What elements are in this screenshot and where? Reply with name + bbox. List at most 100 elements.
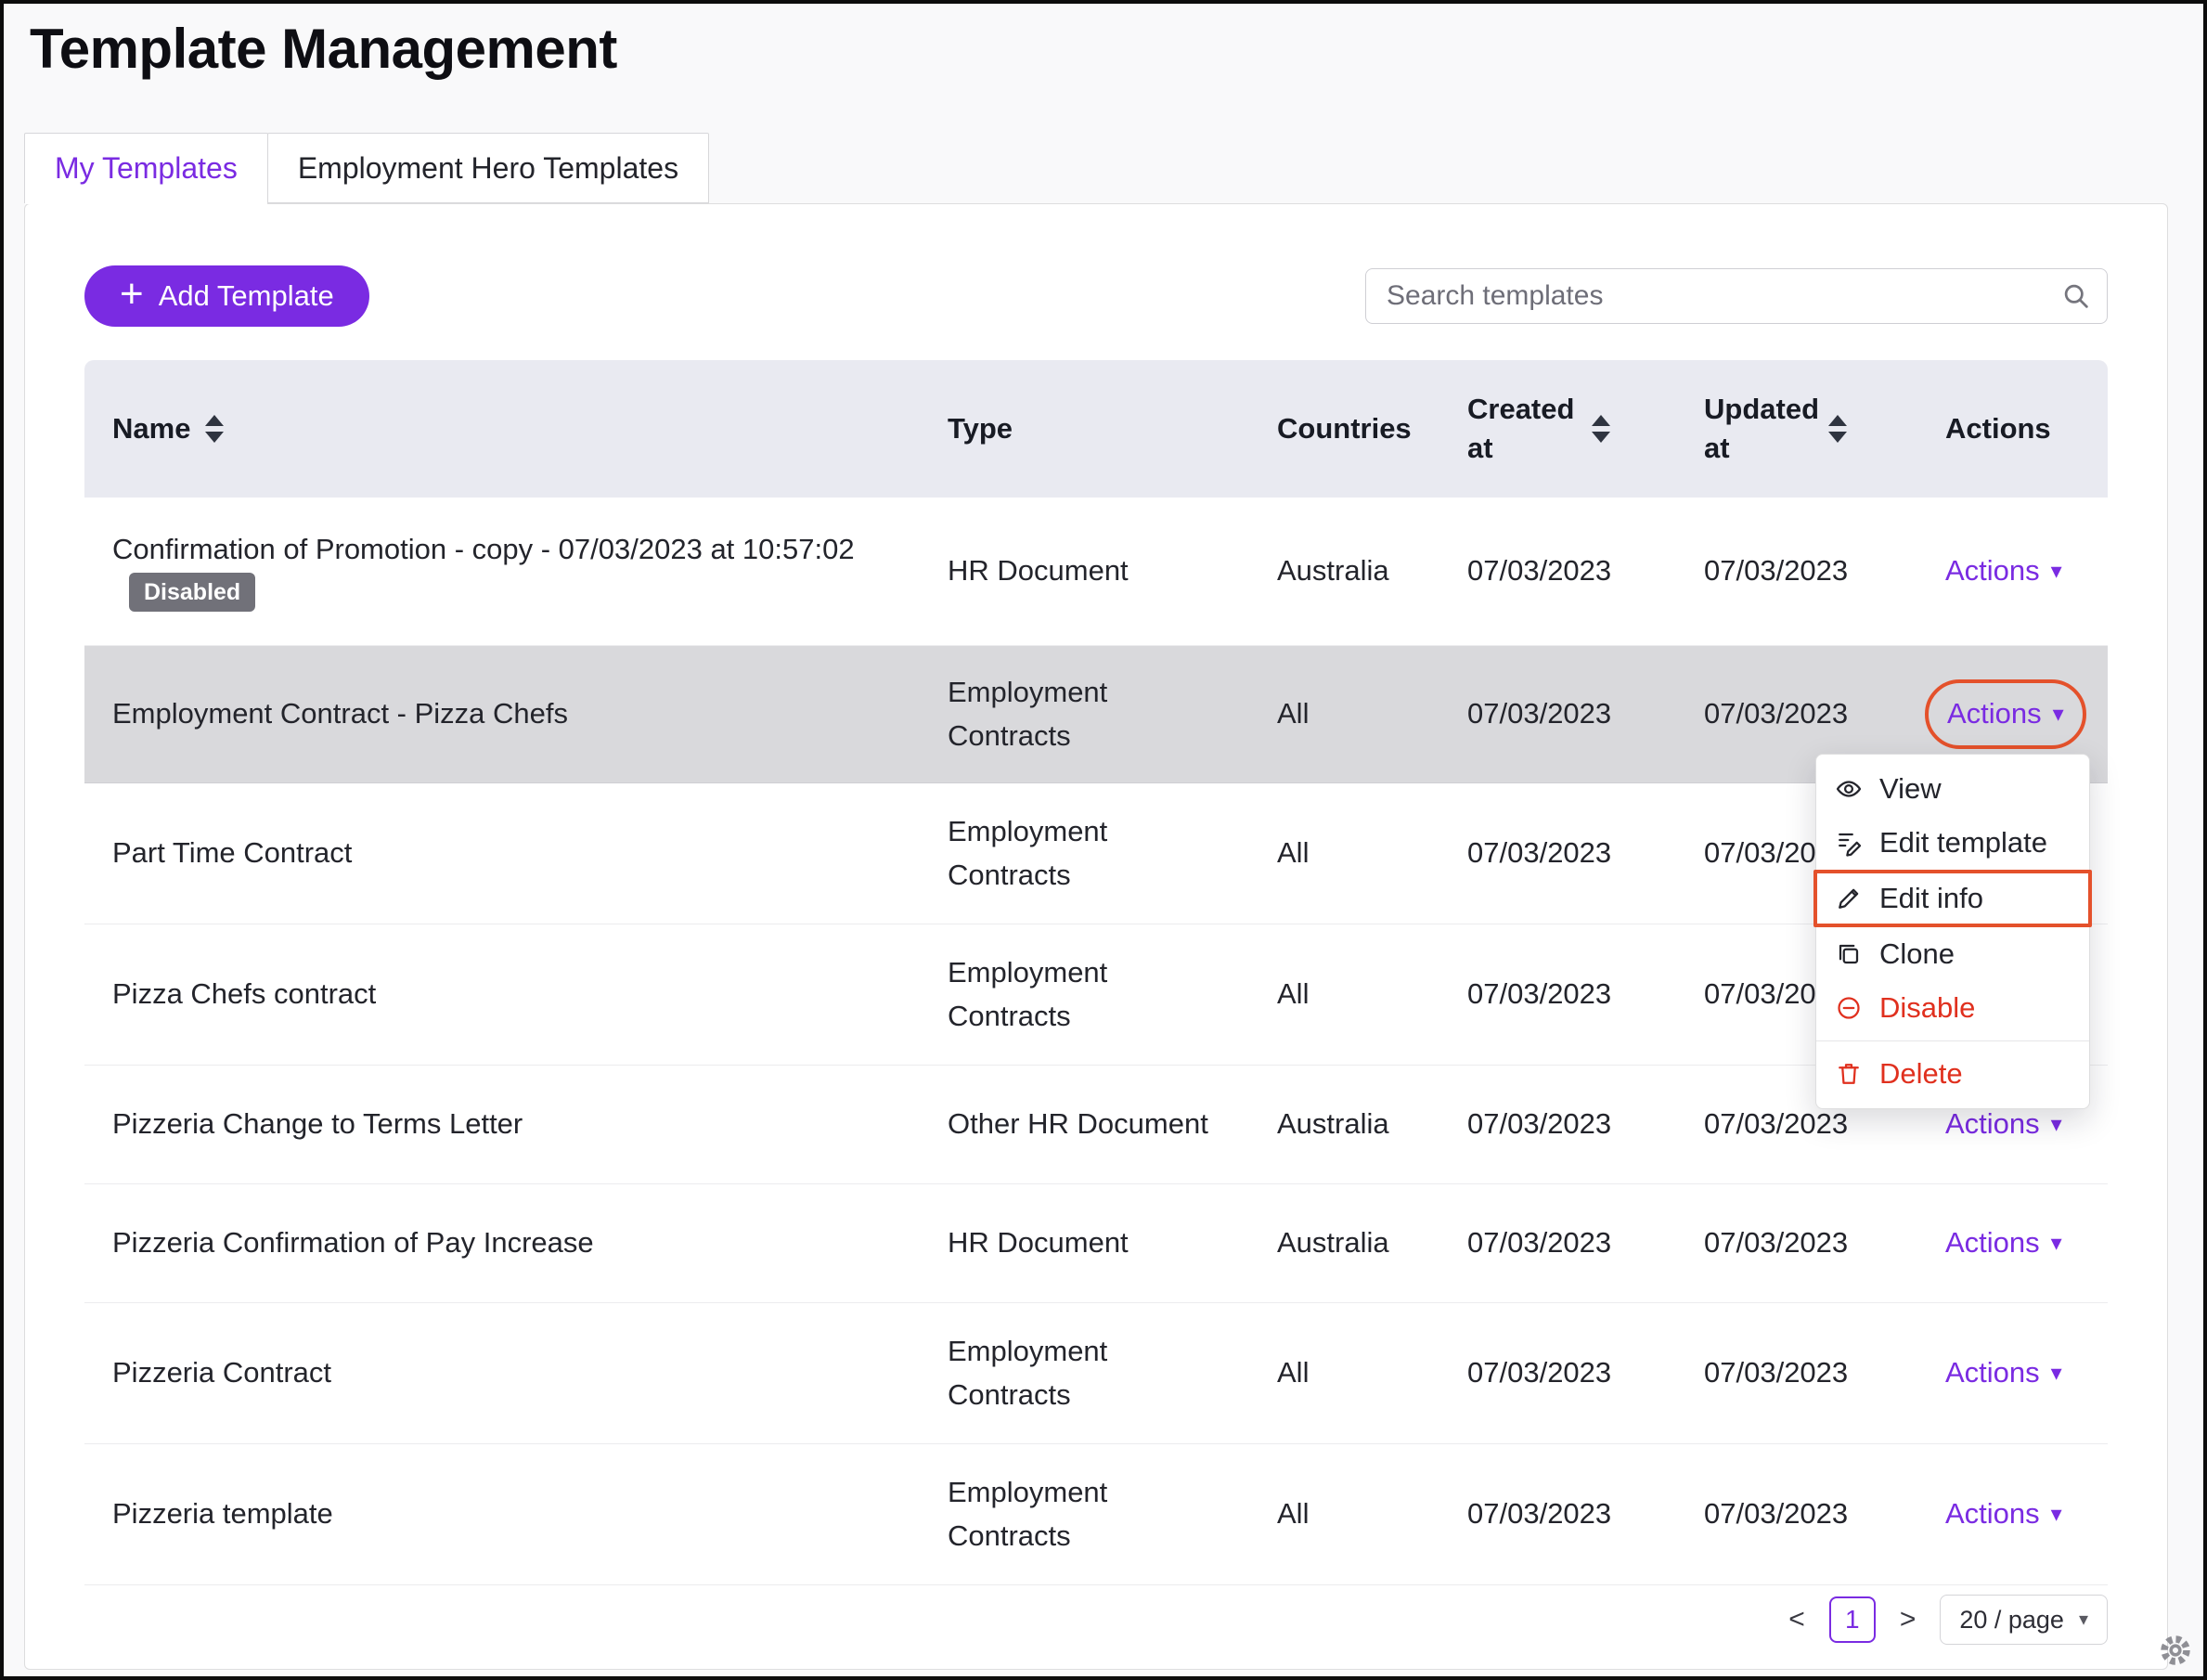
- pencil-icon: [1839, 888, 1859, 909]
- caret-down-icon: ▾: [2050, 1501, 2062, 1527]
- add-template-label: Add Template: [158, 279, 334, 312]
- caret-down-icon: ▾: [2078, 1609, 2088, 1630]
- template-countries: All: [1277, 1497, 1310, 1531]
- template-name: Pizzeria Confirmation of Pay Increase: [112, 1226, 594, 1260]
- pagination: < 1 > 20 / page ▾: [1788, 1595, 2108, 1645]
- annotation-ellipse: Actions ▾: [1925, 679, 2086, 749]
- menu-item-label: View: [1879, 772, 1942, 805]
- actions-button[interactable]: Actions ▾: [1945, 1351, 2062, 1395]
- template-name-cell: Pizzeria template: [84, 1493, 920, 1536]
- sort-icon: [1828, 415, 1847, 443]
- template-name-cell: Pizzeria Change to Terms Letter: [84, 1103, 920, 1146]
- actions-label: Actions: [1945, 1226, 2040, 1260]
- template-type: Employment Contracts: [948, 815, 1108, 891]
- page-size-value: 20 / page: [1959, 1605, 2064, 1634]
- template-type: HR Document: [948, 554, 1129, 588]
- menu-item-clone[interactable]: Clone: [1816, 927, 2089, 981]
- template-created-at: 07/03/2023: [1467, 1497, 1612, 1531]
- menu-item-edit-info[interactable]: Edit info: [1813, 870, 2092, 927]
- actions-button[interactable]: Actions ▾: [1945, 1493, 2062, 1536]
- caret-down-icon: ▾: [2050, 1111, 2062, 1137]
- menu-item-disable[interactable]: Disable: [1816, 981, 2089, 1035]
- tab-my-templates[interactable]: My Templates: [24, 133, 268, 204]
- template-countries: All: [1277, 836, 1310, 870]
- clone-icon: [1839, 944, 1859, 964]
- actions-cell: Actions ▾: [1945, 1221, 2108, 1265]
- search-icon[interactable]: [2061, 281, 2091, 311]
- template-name-cell: Pizzeria Contract: [84, 1351, 920, 1395]
- template-type: Employment Contracts: [948, 956, 1108, 1032]
- template-updated-at: 07/03/2023: [1704, 1226, 1849, 1260]
- caret-down-icon: ▾: [2052, 701, 2064, 727]
- tab-bar: My Templates Employment Hero Templates: [24, 133, 2203, 204]
- table-row: Employment Contract - Pizza Chefs Employ…: [84, 646, 2108, 783]
- templates-table: Name Type Countries Created at Updated a…: [84, 360, 2108, 1585]
- add-template-button[interactable]: + Add Template: [84, 265, 369, 327]
- actions-button[interactable]: Actions ▾: [1945, 1103, 2062, 1146]
- template-countries: All: [1277, 1356, 1310, 1389]
- template-name: Employment Contract - Pizza Chefs: [112, 697, 569, 730]
- template-created-at: 07/03/2023: [1467, 836, 1612, 870]
- menu-item-view[interactable]: View: [1816, 762, 2089, 816]
- template-name-cell: Pizza Chefs contract: [84, 973, 920, 1016]
- prev-page-button[interactable]: <: [1788, 1604, 1805, 1635]
- actions-cell: Actions ▾: [1945, 1493, 2108, 1536]
- actions-label: Actions: [1945, 554, 2040, 588]
- next-page-button[interactable]: >: [1900, 1604, 1917, 1635]
- template-created-at: 07/03/2023: [1467, 1226, 1612, 1260]
- search-box: [1365, 268, 2108, 324]
- template-name: Pizzeria Change to Terms Letter: [112, 1107, 523, 1141]
- menu-item-delete[interactable]: Delete: [1816, 1047, 2089, 1101]
- actions-cell: Actions ▾: [1925, 679, 2108, 749]
- template-name: Part Time Contract: [112, 836, 353, 870]
- tab-employment-hero-templates[interactable]: Employment Hero Templates: [266, 133, 710, 203]
- page-number-button[interactable]: 1: [1828, 1596, 1876, 1643]
- template-name-cell: Pizzeria Confirmation of Pay Increase: [84, 1221, 920, 1265]
- table-row: Part Time Contract Employment Contracts …: [84, 783, 2108, 924]
- column-header-type: Type: [948, 412, 1277, 446]
- column-header-created-at[interactable]: Created at: [1467, 390, 1704, 468]
- actions-label: Actions: [1947, 697, 2042, 730]
- toolbar: + Add Template: [84, 265, 2108, 327]
- column-label: Countries: [1277, 412, 1412, 445]
- template-created-at: 07/03/2023: [1467, 697, 1612, 730]
- disable-icon: [1838, 997, 1860, 1019]
- column-header-name[interactable]: Name: [84, 412, 948, 446]
- template-name-cell: Confirmation of Promotion - copy - 07/03…: [84, 528, 920, 614]
- template-updated-at: 07/03/2023: [1704, 554, 1849, 588]
- template-name-cell: Employment Contract - Pizza Chefs: [84, 692, 920, 736]
- table-row: Pizzeria Change to Terms Letter Other HR…: [84, 1066, 2108, 1184]
- actions-label: Actions: [1945, 1356, 2040, 1389]
- template-name-cell: Part Time Contract: [84, 832, 920, 875]
- template-created-at: 07/03/2023: [1467, 554, 1612, 588]
- template-countries: Australia: [1277, 1226, 1389, 1260]
- template-type: Employment Contracts: [948, 1476, 1108, 1552]
- template-type: Other HR Document: [948, 1107, 1208, 1141]
- table-row: Confirmation of Promotion - copy - 07/03…: [84, 498, 2108, 646]
- actions-cell: Actions ▾: [1945, 1351, 2108, 1395]
- template-name: Pizzeria Contract: [112, 1356, 332, 1389]
- menu-item-label: Delete: [1879, 1057, 1963, 1090]
- template-created-at: 07/03/2023: [1467, 977, 1612, 1011]
- template-countries: All: [1277, 977, 1310, 1011]
- eye-icon: [1836, 781, 1862, 797]
- search-input[interactable]: [1365, 268, 2108, 324]
- template-updated-at: 07/03/2023: [1704, 697, 1849, 730]
- gear-icon[interactable]: [2159, 1634, 2192, 1667]
- page-title: Template Management: [30, 18, 617, 80]
- template-created-at: 07/03/2023: [1467, 1107, 1612, 1141]
- actions-button[interactable]: Actions ▾: [1947, 692, 2064, 736]
- column-header-updated-at[interactable]: Updated at: [1704, 390, 1945, 468]
- menu-item-label: Disable: [1879, 991, 1976, 1024]
- actions-button[interactable]: Actions ▾: [1945, 1221, 2062, 1265]
- menu-item-edit-template[interactable]: Edit template: [1816, 816, 2089, 870]
- column-label: Actions: [1945, 412, 2051, 445]
- column-header-countries: Countries: [1277, 412, 1467, 446]
- menu-divider: [1816, 1040, 2089, 1041]
- template-type: HR Document: [948, 1226, 1129, 1260]
- template-name: Confirmation of Promotion - copy - 07/03…: [112, 533, 855, 565]
- page-size-select[interactable]: 20 / page ▾: [1940, 1595, 2108, 1645]
- table-row: Pizzeria Confirmation of Pay Increase HR…: [84, 1184, 2108, 1303]
- actions-button[interactable]: Actions ▾: [1945, 549, 2062, 593]
- actions-label: Actions: [1945, 1497, 2040, 1531]
